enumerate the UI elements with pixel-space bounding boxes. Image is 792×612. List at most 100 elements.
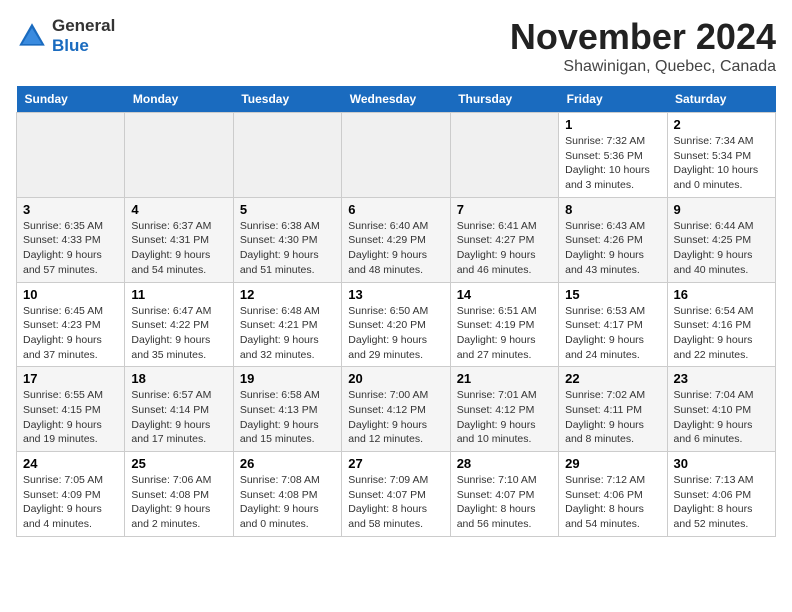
day-info: Sunrise: 6:44 AM Sunset: 4:25 PM Dayligh…	[674, 219, 769, 278]
calendar-week-row: 10 Sunrise: 6:45 AM Sunset: 4:23 PM Dayli…	[17, 282, 776, 367]
day-number: 29	[565, 456, 660, 471]
day-info: Sunrise: 7:13 AM Sunset: 4:06 PM Dayligh…	[674, 473, 769, 532]
day-info: Sunrise: 7:09 AM Sunset: 4:07 PM Dayligh…	[348, 473, 443, 532]
calendar-cell: 18Sunrise: 6:57 AM Sunset: 4:14 PM Dayli…	[125, 367, 233, 452]
calendar-cell: 4Sunrise: 6:37 AM Sunset: 4:31 PM Daylig…	[125, 197, 233, 282]
calendar-week-row: 24 Sunrise: 7:05 AM Sunset: 4:09 PM Dayli…	[17, 452, 776, 537]
calendar-cell	[17, 113, 125, 198]
day-number: 3	[23, 202, 118, 217]
calendar-cell: 6 Sunrise: 6:40 AM Sunset: 4:29 PM Daylig…	[342, 197, 450, 282]
day-info: Sunrise: 7:01 AM Sunset: 4:12 PM Dayligh…	[457, 388, 552, 447]
calendar-cell: 19 Sunrise: 6:58 AM Sunset: 4:13 PM Dayli…	[233, 367, 341, 452]
calendar-week-row: 1 Sunrise: 7:32 AM Sunset: 5:36 PM Daylig…	[17, 113, 776, 198]
header: General Blue November 2024 Shawinigan, Q…	[16, 16, 776, 76]
day-number: 19	[240, 371, 335, 386]
logo-blue: Blue	[52, 36, 115, 56]
day-number: 8	[565, 202, 660, 217]
day-number: 24	[23, 456, 118, 471]
day-info: Sunrise: 7:32 AM Sunset: 5:36 PM Dayligh…	[565, 134, 660, 193]
calendar-cell: 30 Sunrise: 7:13 AM Sunset: 4:06 PM Dayli…	[667, 452, 775, 537]
calendar-cell: 8 Sunrise: 6:43 AM Sunset: 4:26 PM Daylig…	[559, 197, 667, 282]
calendar-cell: 2 Sunrise: 7:34 AM Sunset: 5:34 PM Daylig…	[667, 113, 775, 198]
day-info: Sunrise: 6:48 AM Sunset: 4:21 PM Dayligh…	[240, 304, 335, 363]
calendar-header: SundayMondayTuesdayWednesdayThursdayFrid…	[17, 86, 776, 113]
calendar-cell: 23 Sunrise: 7:04 AM Sunset: 4:10 PM Dayli…	[667, 367, 775, 452]
calendar-cell: 7Sunrise: 6:41 AM Sunset: 4:27 PM Daylig…	[450, 197, 558, 282]
day-info: Sunrise: 7:34 AM Sunset: 5:34 PM Dayligh…	[674, 134, 769, 193]
day-number: 9	[674, 202, 769, 217]
day-number: 2	[674, 117, 769, 132]
weekday-header: Saturday	[667, 86, 775, 113]
day-number: 17	[23, 371, 118, 386]
weekday-header: Friday	[559, 86, 667, 113]
logo-general: General	[52, 16, 115, 36]
day-info: Sunrise: 6:58 AM Sunset: 4:13 PM Dayligh…	[240, 388, 335, 447]
day-info: Sunrise: 6:57 AM Sunset: 4:14 PM Dayligh…	[131, 388, 226, 447]
calendar-cell	[450, 113, 558, 198]
calendar-cell: 17 Sunrise: 6:55 AM Sunset: 4:15 PM Dayli…	[17, 367, 125, 452]
calendar-cell: 26Sunrise: 7:08 AM Sunset: 4:08 PM Dayli…	[233, 452, 341, 537]
calendar-cell: 1 Sunrise: 7:32 AM Sunset: 5:36 PM Daylig…	[559, 113, 667, 198]
weekday-header: Tuesday	[233, 86, 341, 113]
calendar-cell: 28Sunrise: 7:10 AM Sunset: 4:07 PM Dayli…	[450, 452, 558, 537]
calendar-cell: 14 Sunrise: 6:51 AM Sunset: 4:19 PM Dayli…	[450, 282, 558, 367]
weekday-header: Sunday	[17, 86, 125, 113]
calendar-body: 1 Sunrise: 7:32 AM Sunset: 5:36 PM Daylig…	[17, 113, 776, 537]
day-number: 1	[565, 117, 660, 132]
day-info: Sunrise: 6:40 AM Sunset: 4:29 PM Dayligh…	[348, 219, 443, 278]
calendar-cell	[125, 113, 233, 198]
day-number: 21	[457, 371, 552, 386]
day-number: 23	[674, 371, 769, 386]
calendar-cell: 20Sunrise: 7:00 AM Sunset: 4:12 PM Dayli…	[342, 367, 450, 452]
day-number: 25	[131, 456, 226, 471]
day-number: 11	[131, 287, 226, 302]
day-number: 10	[23, 287, 118, 302]
calendar-cell: 29 Sunrise: 7:12 AM Sunset: 4:06 PM Dayli…	[559, 452, 667, 537]
day-number: 22	[565, 371, 660, 386]
calendar-cell: 3 Sunrise: 6:35 AM Sunset: 4:33 PM Daylig…	[17, 197, 125, 282]
day-info: Sunrise: 7:04 AM Sunset: 4:10 PM Dayligh…	[674, 388, 769, 447]
day-number: 30	[674, 456, 769, 471]
day-info: Sunrise: 6:45 AM Sunset: 4:23 PM Dayligh…	[23, 304, 118, 363]
calendar-cell	[342, 113, 450, 198]
calendar-cell: 15 Sunrise: 6:53 AM Sunset: 4:17 PM Dayli…	[559, 282, 667, 367]
day-info: Sunrise: 6:53 AM Sunset: 4:17 PM Dayligh…	[565, 304, 660, 363]
day-info: Sunrise: 7:06 AM Sunset: 4:08 PM Dayligh…	[131, 473, 226, 532]
day-info: Sunrise: 7:12 AM Sunset: 4:06 PM Dayligh…	[565, 473, 660, 532]
calendar-cell: 21 Sunrise: 7:01 AM Sunset: 4:12 PM Dayli…	[450, 367, 558, 452]
calendar-cell: 11 Sunrise: 6:47 AM Sunset: 4:22 PM Dayli…	[125, 282, 233, 367]
weekday-header: Thursday	[450, 86, 558, 113]
day-info: Sunrise: 6:54 AM Sunset: 4:16 PM Dayligh…	[674, 304, 769, 363]
day-number: 14	[457, 287, 552, 302]
header-row: SundayMondayTuesdayWednesdayThursdayFrid…	[17, 86, 776, 113]
logo-icon	[16, 20, 48, 52]
day-info: Sunrise: 6:51 AM Sunset: 4:19 PM Dayligh…	[457, 304, 552, 363]
day-number: 15	[565, 287, 660, 302]
weekday-header: Wednesday	[342, 86, 450, 113]
location: Shawinigan, Quebec, Canada	[510, 58, 776, 76]
logo: General Blue	[16, 16, 115, 55]
calendar-cell: 13Sunrise: 6:50 AM Sunset: 4:20 PM Dayli…	[342, 282, 450, 367]
calendar-cell: 16 Sunrise: 6:54 AM Sunset: 4:16 PM Dayli…	[667, 282, 775, 367]
calendar-table: SundayMondayTuesdayWednesdayThursdayFrid…	[16, 86, 776, 537]
calendar-cell: 9 Sunrise: 6:44 AM Sunset: 4:25 PM Daylig…	[667, 197, 775, 282]
calendar-cell: 12Sunrise: 6:48 AM Sunset: 4:21 PM Dayli…	[233, 282, 341, 367]
day-number: 16	[674, 287, 769, 302]
day-number: 5	[240, 202, 335, 217]
day-info: Sunrise: 6:55 AM Sunset: 4:15 PM Dayligh…	[23, 388, 118, 447]
day-info: Sunrise: 6:41 AM Sunset: 4:27 PM Dayligh…	[457, 219, 552, 278]
day-number: 13	[348, 287, 443, 302]
day-info: Sunrise: 6:47 AM Sunset: 4:22 PM Dayligh…	[131, 304, 226, 363]
day-info: Sunrise: 6:43 AM Sunset: 4:26 PM Dayligh…	[565, 219, 660, 278]
day-info: Sunrise: 7:05 AM Sunset: 4:09 PM Dayligh…	[23, 473, 118, 532]
calendar-cell: 24 Sunrise: 7:05 AM Sunset: 4:09 PM Dayli…	[17, 452, 125, 537]
calendar-week-row: 17 Sunrise: 6:55 AM Sunset: 4:15 PM Dayli…	[17, 367, 776, 452]
day-info: Sunrise: 6:37 AM Sunset: 4:31 PM Dayligh…	[131, 219, 226, 278]
day-info: Sunrise: 6:35 AM Sunset: 4:33 PM Dayligh…	[23, 219, 118, 278]
calendar-cell: 10 Sunrise: 6:45 AM Sunset: 4:23 PM Dayli…	[17, 282, 125, 367]
day-number: 6	[348, 202, 443, 217]
day-info: Sunrise: 7:00 AM Sunset: 4:12 PM Dayligh…	[348, 388, 443, 447]
day-number: 27	[348, 456, 443, 471]
title-area: November 2024 Shawinigan, Quebec, Canada	[510, 16, 776, 76]
calendar-cell: 22Sunrise: 7:02 AM Sunset: 4:11 PM Dayli…	[559, 367, 667, 452]
